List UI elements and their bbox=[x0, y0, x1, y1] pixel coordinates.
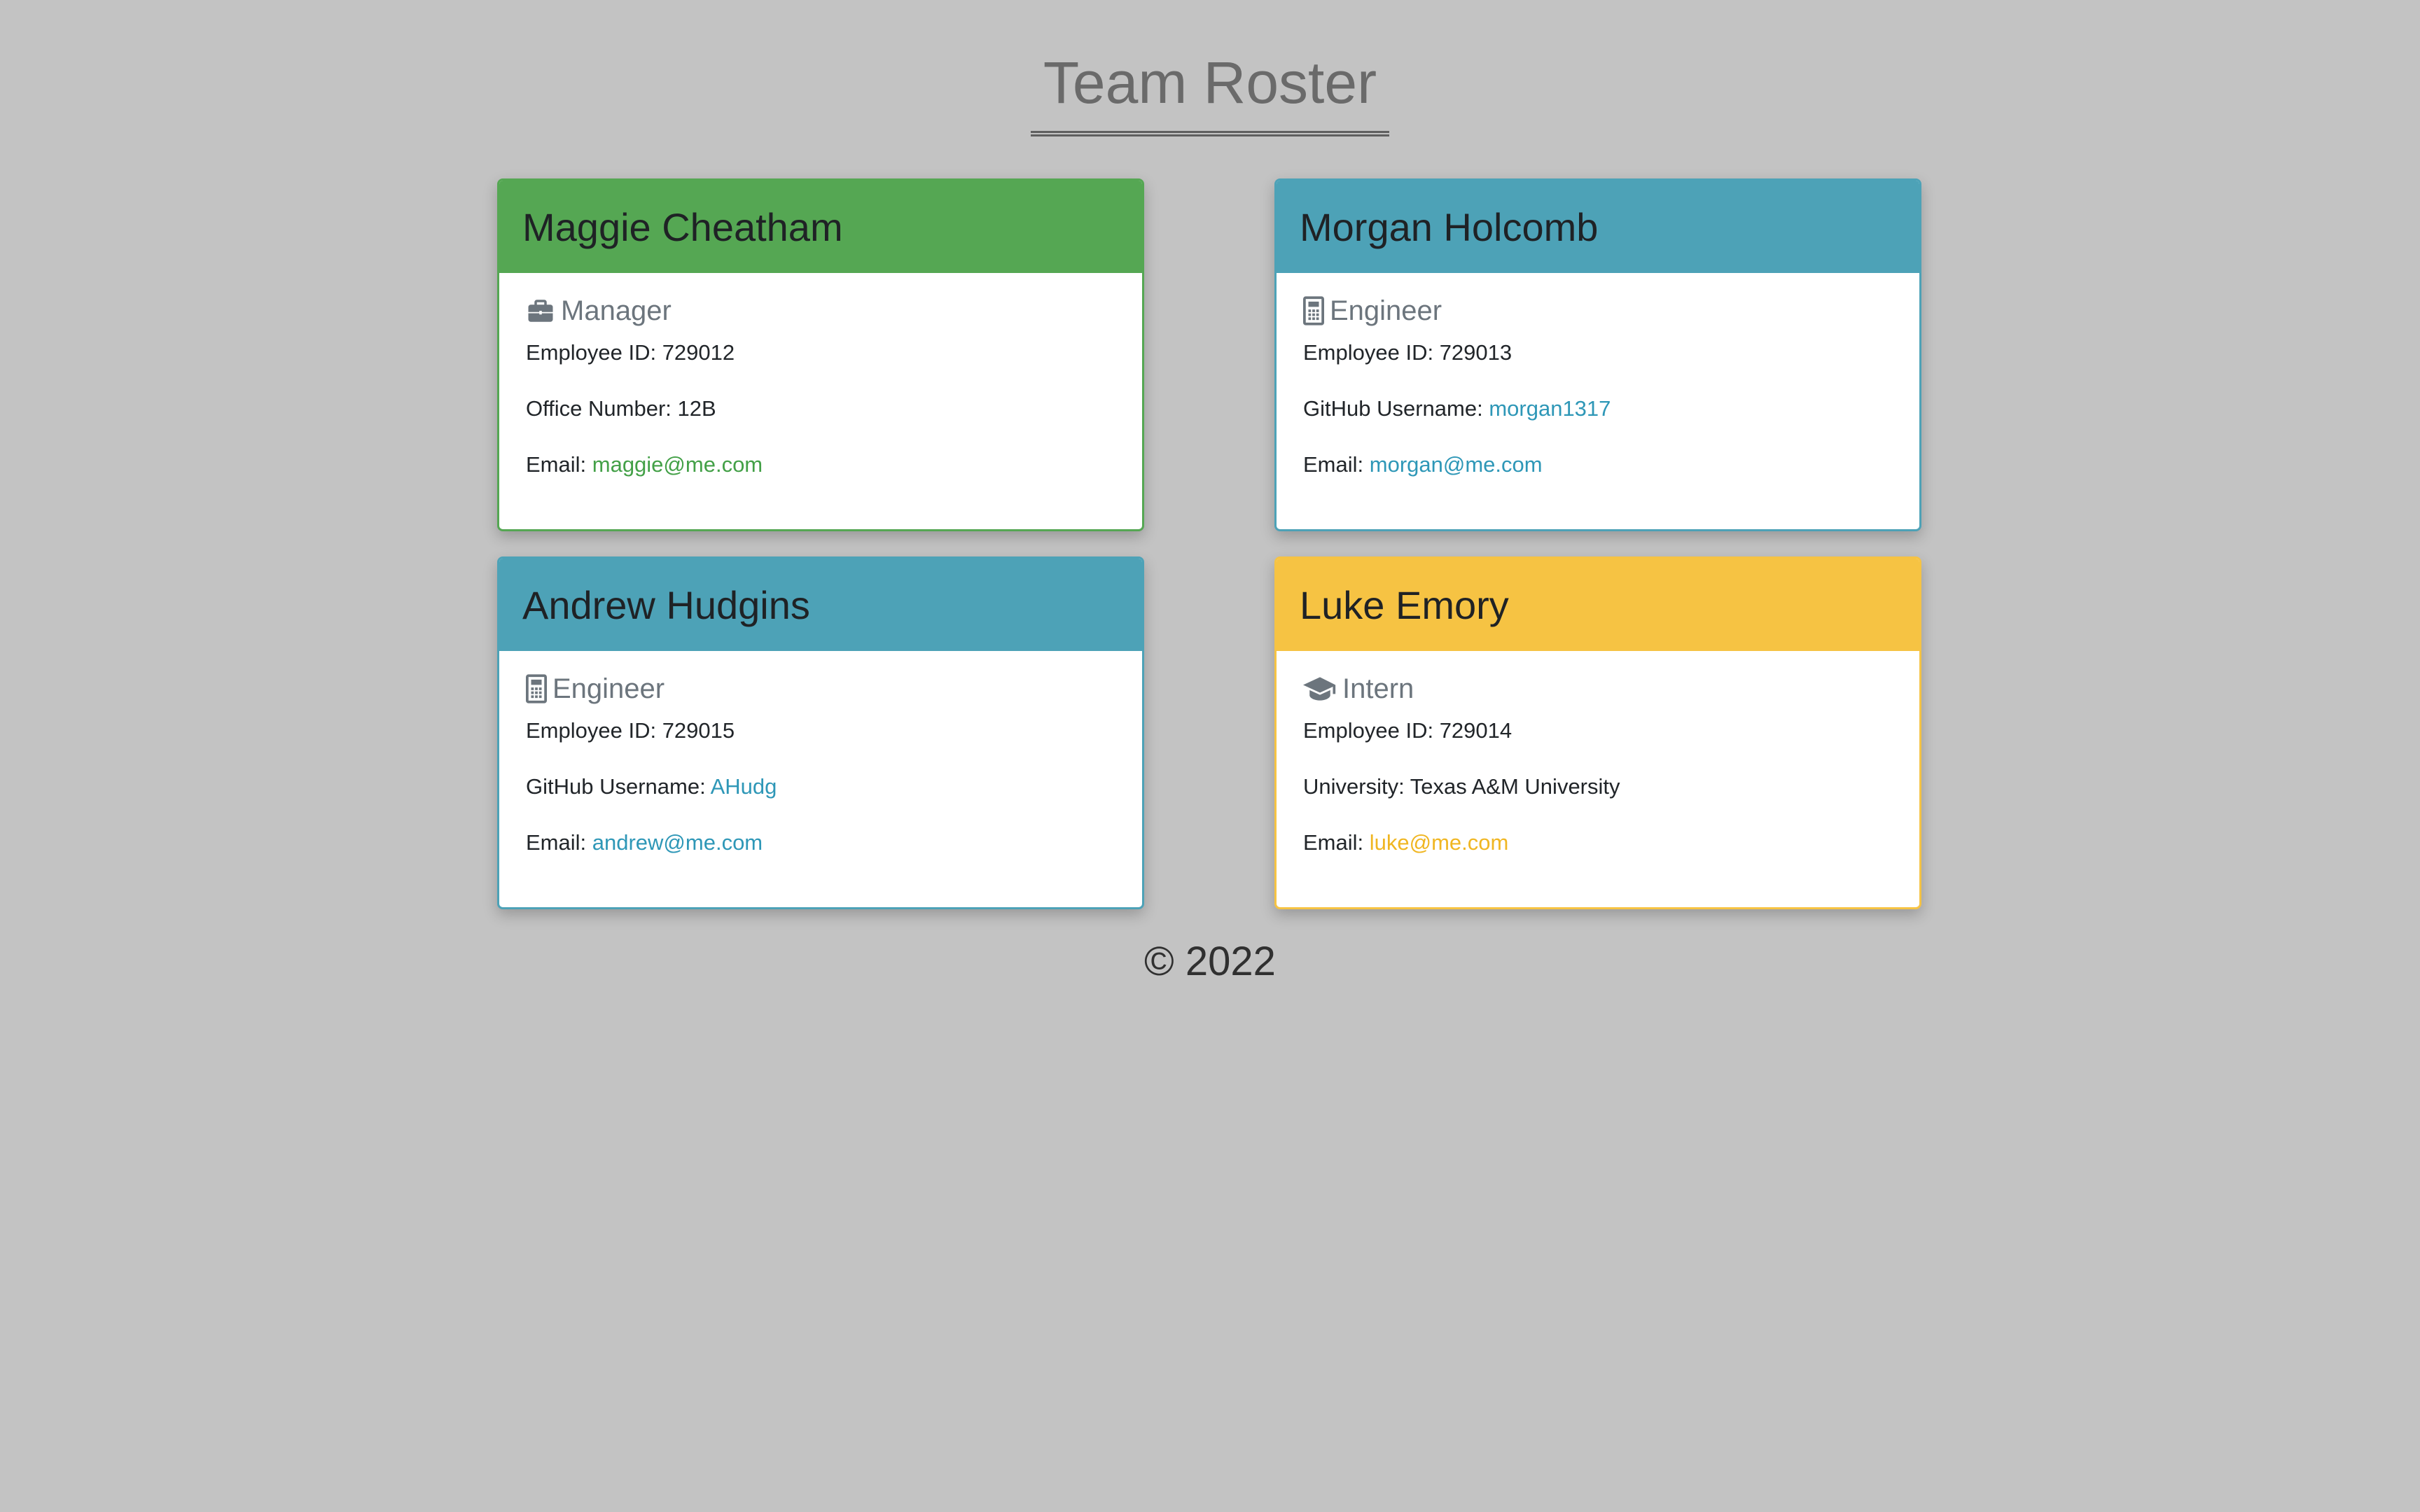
card-header: Maggie Cheatham bbox=[499, 181, 1142, 273]
email-link[interactable]: andrew@me.com bbox=[592, 830, 763, 855]
employee-name: Luke Emory bbox=[1300, 582, 1509, 627]
github-row: GitHub Username: AHudg bbox=[526, 771, 1115, 802]
employee-card-engineer: Andrew Hudgins Engineer Employee ID: 729… bbox=[497, 556, 1144, 909]
employee-name: Maggie Cheatham bbox=[522, 204, 843, 249]
email-row: Email: luke@me.com bbox=[1303, 827, 1893, 858]
employee-card-manager: Maggie Cheatham Manager Employee ID: 729… bbox=[497, 178, 1144, 531]
role-heading: Manager bbox=[526, 291, 1115, 330]
card-body: Engineer Employee ID: 729013 GitHub User… bbox=[1277, 273, 1919, 480]
office-number-value: 12B bbox=[677, 396, 716, 421]
role-heading: Intern bbox=[1303, 669, 1893, 708]
github-label: GitHub Username: bbox=[1303, 396, 1489, 421]
employee-card-intern: Luke Emory Intern Employee ID: 729014 Un… bbox=[1274, 556, 1921, 909]
university-label: University: bbox=[1303, 774, 1410, 799]
employee-id: Employee ID: 729012 bbox=[526, 340, 735, 365]
github-link[interactable]: morgan1317 bbox=[1489, 396, 1611, 421]
card-header: Morgan Holcomb bbox=[1277, 181, 1919, 273]
calculator-icon bbox=[526, 674, 547, 704]
university-row: University: Texas A&M University bbox=[1303, 771, 1893, 802]
email-row: Email: andrew@me.com bbox=[526, 827, 1115, 858]
employee-id: Employee ID: 729015 bbox=[526, 718, 735, 743]
card-body: Engineer Employee ID: 729015 GitHub User… bbox=[499, 651, 1142, 858]
github-link[interactable]: AHudg bbox=[711, 774, 777, 799]
role-label: Manager bbox=[561, 295, 672, 326]
email-row: Email: morgan@me.com bbox=[1303, 449, 1893, 480]
office-number-label: Office Number: bbox=[526, 396, 678, 421]
team-roster-page: Team Roster Maggie Cheatham Manager Empl… bbox=[0, 0, 2420, 1512]
card-header: Andrew Hudgins bbox=[499, 559, 1142, 651]
role-label: Engineer bbox=[1330, 295, 1442, 326]
email-link[interactable]: luke@me.com bbox=[1370, 830, 1509, 855]
card-body: Intern Employee ID: 729014 University: T… bbox=[1277, 651, 1919, 858]
role-heading: Engineer bbox=[1303, 291, 1893, 330]
title-wrap: Team Roster bbox=[0, 48, 2420, 136]
email-label: Email: bbox=[526, 452, 592, 477]
employee-id: Employee ID: 729014 bbox=[1303, 718, 1512, 743]
email-row: Email: maggie@me.com bbox=[526, 449, 1115, 480]
github-label: GitHub Username: bbox=[526, 774, 711, 799]
card-body: Manager Employee ID: 729012 Office Numbe… bbox=[499, 273, 1142, 480]
card-header: Luke Emory bbox=[1277, 559, 1919, 651]
footer-copyright: © 2022 bbox=[1144, 939, 1276, 984]
email-label: Email: bbox=[1303, 452, 1370, 477]
role-label: Engineer bbox=[552, 673, 665, 704]
university-value: Texas A&M University bbox=[1410, 774, 1620, 799]
employee-id: Employee ID: 729013 bbox=[1303, 340, 1512, 365]
graduation-cap-icon bbox=[1303, 677, 1336, 701]
role-heading: Engineer bbox=[526, 669, 1115, 708]
github-row: GitHub Username: morgan1317 bbox=[1303, 393, 1893, 424]
email-label: Email: bbox=[1303, 830, 1370, 855]
office-number-row: Office Number: 12B bbox=[526, 393, 1115, 424]
email-link[interactable]: morgan@me.com bbox=[1370, 452, 1543, 477]
calculator-icon bbox=[1303, 296, 1324, 326]
employee-name: Andrew Hudgins bbox=[522, 582, 810, 627]
employee-card-engineer: Morgan Holcomb Engineer Employee ID: 729… bbox=[1274, 178, 1921, 531]
employee-name: Morgan Holcomb bbox=[1300, 204, 1599, 249]
email-label: Email: bbox=[526, 830, 592, 855]
email-link[interactable]: maggie@me.com bbox=[592, 452, 763, 477]
briefcase-icon bbox=[528, 300, 553, 322]
page-title: Team Roster bbox=[1030, 48, 1390, 136]
role-label: Intern bbox=[1342, 673, 1414, 704]
